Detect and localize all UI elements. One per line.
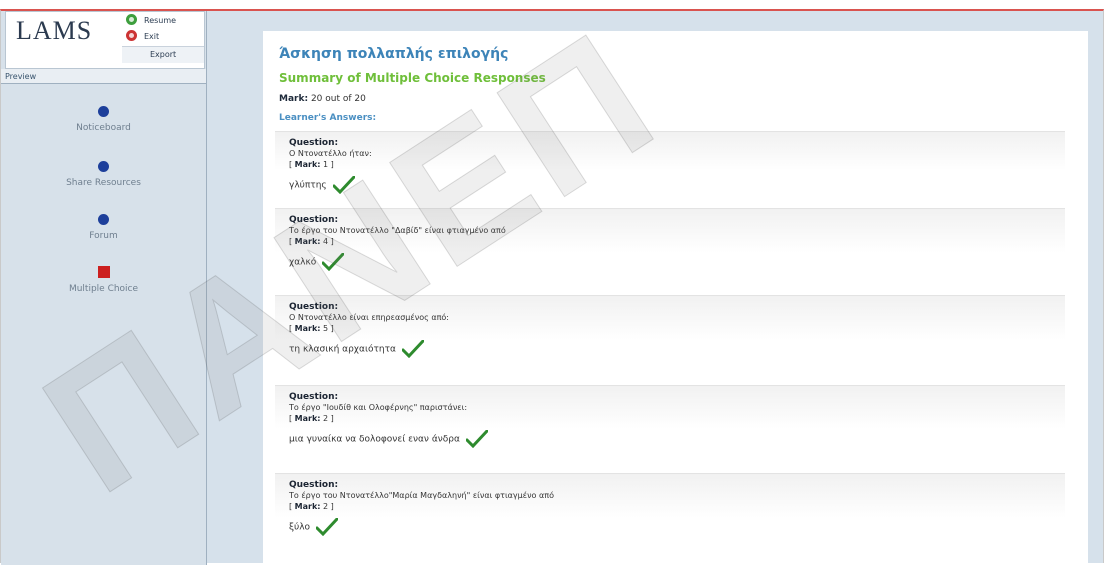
answer: τη κλασική αρχαιότητα: [289, 340, 424, 358]
answer-text: χαλκό: [289, 257, 317, 268]
question-mark-label: Mark:: [294, 414, 321, 423]
question-mark-value: 2: [323, 414, 329, 423]
question-block: Question: Το έργο του Ντονατέλλο"Μαρία Μ…: [275, 473, 1065, 554]
question-block: Question: Ο Ντονατέλλο ήταν: [ Mark: 1 ]…: [275, 131, 1065, 202]
question-mark: [ Mark: 2 ]: [289, 502, 334, 511]
question-mark-label: Mark:: [294, 160, 321, 169]
question-mark: [ Mark: 5 ]: [289, 324, 334, 333]
main-content: Άσκηση πολλαπλής επιλογής Summary of Mul…: [263, 31, 1088, 565]
answer-text: τη κλασική αρχαιότητα: [289, 344, 396, 355]
answer-text: ξύλο: [289, 522, 311, 533]
question-block: Question: Ο Ντονατέλλο είναι επηρεασμένο…: [275, 295, 1065, 376]
total-mark-label: Mark:: [279, 94, 309, 104]
sidebar-item-label: Forum: [89, 231, 118, 241]
answer: μια γυναίκα να δολοφονεί εναν άνδρα: [289, 430, 488, 448]
total-mark: Mark: 20 out of 20: [279, 94, 366, 104]
answer: γλύπτης: [289, 176, 355, 194]
header-box: LAMS Resume Exit Export: [5, 11, 205, 69]
answer: ξύλο: [289, 518, 338, 536]
activity-square-icon: [97, 266, 110, 278]
check-icon: [332, 176, 355, 194]
question-text: Το έργο του Ντονατέλλο "Δαβίδ" είναι φτι…: [289, 226, 506, 235]
sidebar-item-share-resources[interactable]: Share Resources: [1, 161, 206, 188]
exit-icon: [126, 30, 137, 41]
answer: χαλκό: [289, 253, 345, 271]
question-label: Question:: [289, 302, 339, 312]
sidebar-item-label: Noticeboard: [76, 123, 131, 133]
question-label: Question:: [289, 215, 339, 225]
preview-label: Preview: [1, 69, 206, 84]
question-block: Question: Το έργο του Ντονατέλλο "Δαβίδ"…: [275, 208, 1065, 289]
activity-circle-icon: [98, 214, 109, 225]
app-frame: LAMS Resume Exit Export Preview Noticebo…: [0, 9, 1104, 565]
question-mark: [ Mark: 2 ]: [289, 414, 334, 423]
page-title: Άσκηση πολλαπλής επιλογής: [279, 46, 509, 62]
resume-button[interactable]: Resume: [122, 14, 204, 28]
question-label: Question:: [289, 392, 339, 402]
answer-text: μια γυναίκα να δολοφονεί εναν άνδρα: [289, 434, 460, 445]
sidebar: LAMS Resume Exit Export Preview Noticebo…: [1, 11, 207, 565]
question-mark: [ Mark: 4 ]: [289, 237, 334, 246]
check-icon: [401, 340, 424, 358]
check-icon: [465, 430, 488, 448]
activity-circle-icon: [98, 161, 109, 172]
question-mark-value: 1: [323, 160, 329, 169]
question-block: Question: Το έργο "Ιουδίθ και Ολοφέρνης"…: [275, 385, 1065, 464]
answer-text: γλύπτης: [289, 180, 327, 191]
sidebar-item-label: Share Resources: [66, 178, 141, 188]
check-icon: [315, 518, 338, 536]
check-icon: [322, 253, 345, 271]
question-mark-label: Mark:: [294, 502, 321, 511]
export-label: Export: [150, 50, 177, 59]
question-mark-value: 5: [323, 324, 329, 333]
exit-button[interactable]: Exit: [122, 30, 204, 44]
lams-logo: LAMS: [16, 16, 93, 45]
question-mark: [ Mark: 1 ]: [289, 160, 334, 169]
question-text: Το έργο του Ντονατέλλο"Μαρία Μαγδαληνή" …: [289, 491, 554, 500]
question-text: Ο Ντονατέλλο ήταν:: [289, 149, 372, 158]
question-mark-value: 2: [323, 502, 329, 511]
export-button[interactable]: Export: [122, 46, 204, 63]
sidebar-item-noticeboard[interactable]: Noticeboard: [1, 106, 206, 133]
question-mark-label: Mark:: [294, 237, 321, 246]
question-mark-label: Mark:: [294, 324, 321, 333]
question-label: Question:: [289, 480, 339, 490]
resume-label: Resume: [144, 16, 177, 25]
question-text: Ο Ντονατέλλο είναι επηρεασμένος από:: [289, 313, 449, 322]
resume-icon: [126, 14, 137, 25]
total-mark-value: 20 out of 20: [310, 94, 366, 104]
question-mark-value: 4: [323, 237, 329, 246]
exit-label: Exit: [144, 32, 160, 41]
learner-answers-heading: Learner's Answers:: [279, 113, 377, 123]
sidebar-item-multiple-choice[interactable]: Multiple Choice: [1, 266, 206, 294]
question-label: Question:: [289, 138, 339, 148]
page-subtitle: Summary of Multiple Choice Responses: [279, 71, 546, 85]
activity-circle-icon: [98, 106, 109, 117]
question-text: Το έργο "Ιουδίθ και Ολοφέρνης" παριστάνε…: [289, 403, 468, 412]
sidebar-item-forum[interactable]: Forum: [1, 214, 206, 241]
sidebar-item-label: Multiple Choice: [68, 284, 139, 294]
